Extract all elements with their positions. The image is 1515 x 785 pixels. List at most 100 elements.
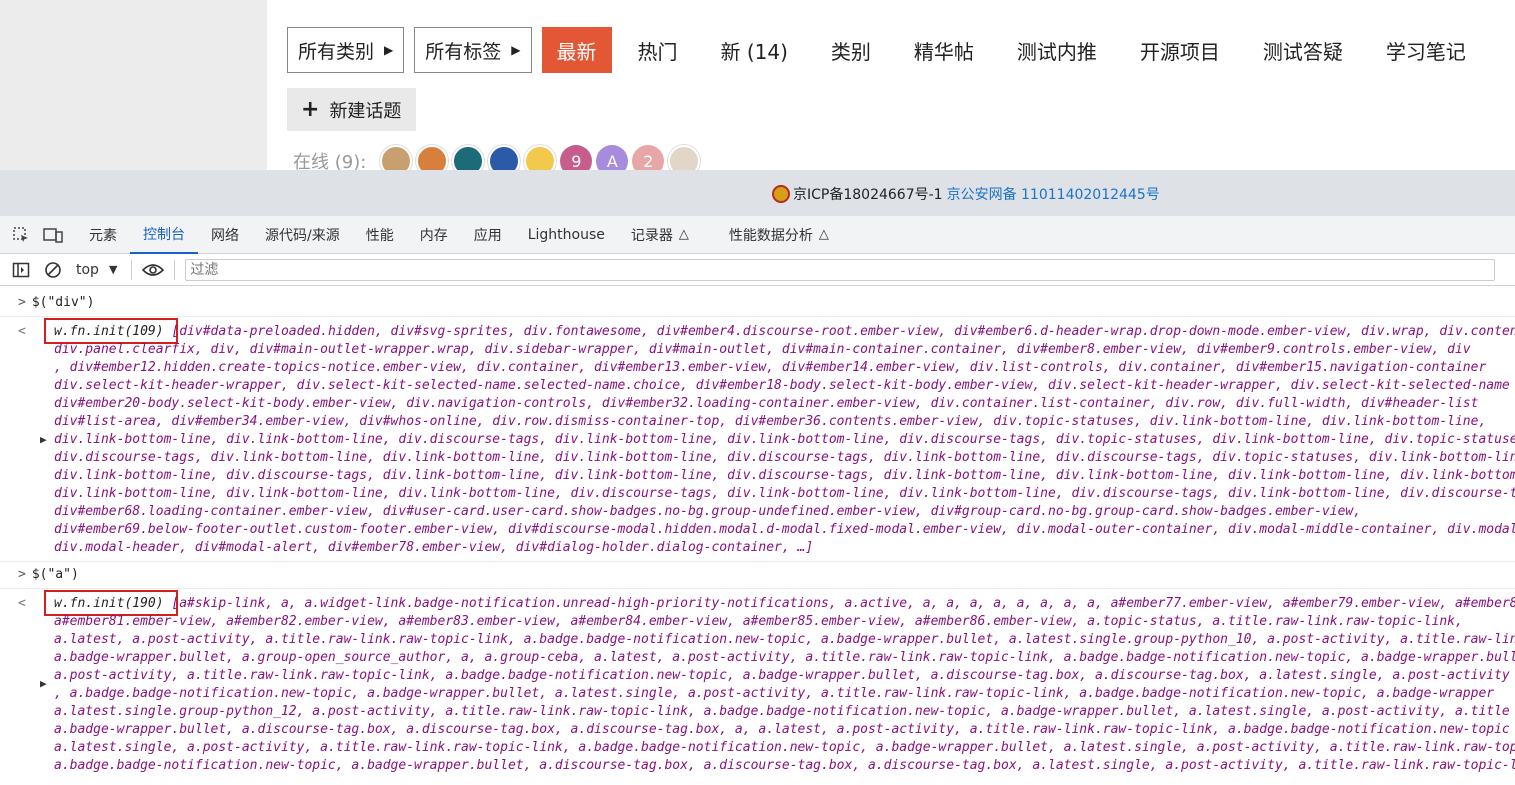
avatar[interactable] bbox=[524, 145, 557, 170]
result-line: a.badge-wrapper.bullet, a.discourse-tag.… bbox=[54, 721, 1515, 739]
sidebar-toggle-icon[interactable] bbox=[10, 259, 32, 281]
toolbar-divider bbox=[131, 259, 133, 280]
command-text: $("a") bbox=[31, 567, 79, 582]
result-text: div.link-bottom-line, div.discourse-tags… bbox=[54, 468, 1515, 483]
result-line: , div#ember12.hidden.create-topics-notic… bbox=[54, 359, 1515, 377]
tab-qa[interactable]: 测试答疑 bbox=[1245, 27, 1361, 73]
result-lines[interactable]: w.fn.init(190) [a#skip-link, a, a.widget… bbox=[54, 595, 1515, 775]
eye-icon[interactable] bbox=[142, 259, 165, 281]
expand-triangle-icon[interactable]: ▶ bbox=[40, 433, 47, 446]
icp-text[interactable]: 京ICP备18024667号-1 bbox=[793, 184, 943, 204]
flask-icon: △ bbox=[818, 227, 829, 242]
console-output: > $("div") < ▶ w.fn.init(109) [div#data-p… bbox=[0, 286, 1515, 785]
result-text: [div#data-preloaded.hidden, div#svg-spri… bbox=[171, 324, 1515, 339]
tab-performance-insights[interactable]: 性能数据分析 △ bbox=[716, 216, 842, 254]
prompt-chevron-icon: > bbox=[18, 567, 26, 582]
result-arrow-icon: < bbox=[18, 596, 26, 611]
navigation-row: 所有类别 ▶ 所有标签 ▶ 最新 热门 新 (14) 类别 精华帖 测试内推 开… bbox=[287, 27, 1491, 73]
filter-input[interactable] bbox=[185, 258, 1496, 281]
avatar-letter: 2 bbox=[643, 151, 654, 171]
avatar[interactable] bbox=[452, 145, 485, 170]
result-text: [a#skip-link, a, a.widget-link.badge-not… bbox=[171, 596, 1515, 611]
police-record-link[interactable]: 京公安网备 11011402012445号 bbox=[947, 184, 1160, 204]
tab-memory[interactable]: 内存 bbox=[407, 216, 461, 254]
result-text: a#ember81.ember-view, a#ember82.ember-vi… bbox=[54, 614, 1463, 629]
tab-application[interactable]: 应用 bbox=[461, 216, 515, 254]
tab-new[interactable]: 新 (14) bbox=[703, 27, 806, 73]
avatar[interactable] bbox=[380, 145, 413, 170]
command-text: $("div") bbox=[31, 295, 95, 310]
result-text: div.link-bottom-line, div.link-bottom-li… bbox=[54, 486, 1515, 501]
forum-page: 所有类别 ▶ 所有标签 ▶ 最新 热门 新 (14) 类别 精华帖 测试内推 开… bbox=[0, 0, 1515, 170]
tab-categories[interactable]: 类别 bbox=[813, 27, 889, 73]
tag-dropdown[interactable]: 所有标签 ▶ bbox=[414, 27, 532, 73]
new-topic-button[interactable]: + 新建话题 bbox=[287, 88, 416, 131]
context-label: top bbox=[76, 261, 99, 278]
letter-avatar[interactable]: A bbox=[596, 145, 629, 171]
avatar[interactable] bbox=[668, 145, 701, 170]
result-line: a.latest.single, a.post-activity, a.titl… bbox=[54, 739, 1515, 757]
whos-online: 在线 (9): 9 A 2 bbox=[293, 145, 704, 170]
result-line: div.panel.clearfix, div, div#main-outlet… bbox=[54, 341, 1515, 359]
result-line: a.latest.single.group-python_12, a.post-… bbox=[54, 703, 1515, 721]
tab-recorder-label: 记录器 bbox=[630, 227, 673, 244]
left-sidebar-area bbox=[0, 0, 267, 170]
tab-console[interactable]: 控制台 bbox=[130, 216, 198, 254]
console-command: > $("div") bbox=[18, 295, 94, 310]
result-line: , a.badge.badge-notification.new-topic, … bbox=[54, 685, 1515, 703]
inspect-element-icon[interactable] bbox=[10, 224, 32, 246]
device-toolbar-icon[interactable] bbox=[42, 224, 64, 246]
category-dropdown[interactable]: 所有类别 ▶ bbox=[287, 27, 405, 73]
result-line: div.link-bottom-line, div.discourse-tags… bbox=[54, 467, 1515, 485]
result-lines[interactable]: w.fn.init(109) [div#data-preloaded.hidde… bbox=[54, 323, 1515, 557]
result-text: a.badge-wrapper.bullet, a.group-open_sou… bbox=[54, 650, 1515, 665]
console-toolbar: top ▼ bbox=[0, 254, 1515, 286]
result-text: div.select-kit-header-wrapper, div.selec… bbox=[54, 378, 1510, 393]
tab-referrals[interactable]: 测试内推 bbox=[999, 27, 1115, 73]
context-selector[interactable]: top ▼ bbox=[76, 262, 117, 278]
tab-sources[interactable]: 源代码/来源 bbox=[252, 216, 353, 254]
expand-triangle-icon[interactable]: ▶ bbox=[40, 677, 47, 690]
footer-band bbox=[0, 170, 1515, 216]
tab-open-source[interactable]: 开源项目 bbox=[1122, 27, 1238, 73]
avatar[interactable] bbox=[416, 145, 449, 170]
plus-icon: + bbox=[301, 97, 320, 122]
result-arrow-icon: < bbox=[18, 324, 26, 339]
avatar[interactable] bbox=[488, 145, 521, 170]
tab-elements[interactable]: 元素 bbox=[76, 216, 130, 254]
result-line: div#ember68.loading-container.ember-view… bbox=[54, 503, 1515, 521]
tab-notes[interactable]: 学习笔记 bbox=[1368, 27, 1484, 73]
row-divider bbox=[0, 561, 1515, 562]
result-line: div.select-kit-header-wrapper, div.selec… bbox=[54, 377, 1515, 395]
result-line: div.modal-header, div#modal-alert, div#e… bbox=[54, 539, 1515, 557]
letter-avatar[interactable]: 9 bbox=[560, 145, 593, 171]
result-text: div#list-area, div#ember34.ember-view, d… bbox=[54, 414, 1487, 429]
category-dropdown-label: 所有类别 bbox=[298, 40, 375, 63]
result-line: w.fn.init(190) [a#skip-link, a, a.widget… bbox=[54, 595, 1515, 613]
tag-dropdown-label: 所有标签 bbox=[425, 40, 502, 63]
caret-down-icon: ▼ bbox=[108, 263, 118, 276]
clear-console-icon[interactable] bbox=[42, 259, 64, 281]
result-text: div#ember20-body.select-kit-body.ember-v… bbox=[54, 396, 1479, 411]
result-text: a.badge.badge-notification.new-topic, a.… bbox=[54, 758, 1515, 773]
online-avatars: 9 A 2 bbox=[380, 145, 704, 170]
result-line: a.badge-wrapper.bullet, a.group-open_sou… bbox=[54, 649, 1515, 667]
result-text: a.post-activity, a.title.raw-link.raw-to… bbox=[54, 668, 1510, 683]
tab-recorder[interactable]: 记录器 △ bbox=[618, 216, 702, 254]
avatar-letter: A bbox=[606, 151, 618, 171]
tab-latest[interactable]: 最新 bbox=[541, 27, 612, 73]
letter-avatar[interactable]: 2 bbox=[632, 145, 665, 171]
result-line: div#ember20-body.select-kit-body.ember-v… bbox=[54, 395, 1515, 413]
avatar-letter: 9 bbox=[571, 151, 582, 171]
tab-hot[interactable]: 热门 bbox=[620, 27, 696, 73]
result-line: w.fn.init(109) [div#data-preloaded.hidde… bbox=[54, 323, 1515, 341]
result-text: , div#ember12.hidden.create-topics-notic… bbox=[54, 360, 1487, 375]
tab-network[interactable]: 网络 bbox=[198, 216, 252, 254]
result-text: a.latest.single.group-python_12, a.post-… bbox=[54, 704, 1510, 719]
icp-footer: 京ICP备18024667号-1 京公安网备 11011402012445号 bbox=[772, 184, 1160, 204]
tab-featured[interactable]: 精华帖 bbox=[896, 27, 992, 73]
tab-lighthouse[interactable]: Lighthouse bbox=[515, 216, 618, 254]
result-text: a.latest, a.post-activity, a.title.raw-l… bbox=[54, 632, 1515, 647]
tab-performance[interactable]: 性能 bbox=[353, 216, 407, 254]
caret-right-icon: ▶ bbox=[384, 43, 394, 57]
